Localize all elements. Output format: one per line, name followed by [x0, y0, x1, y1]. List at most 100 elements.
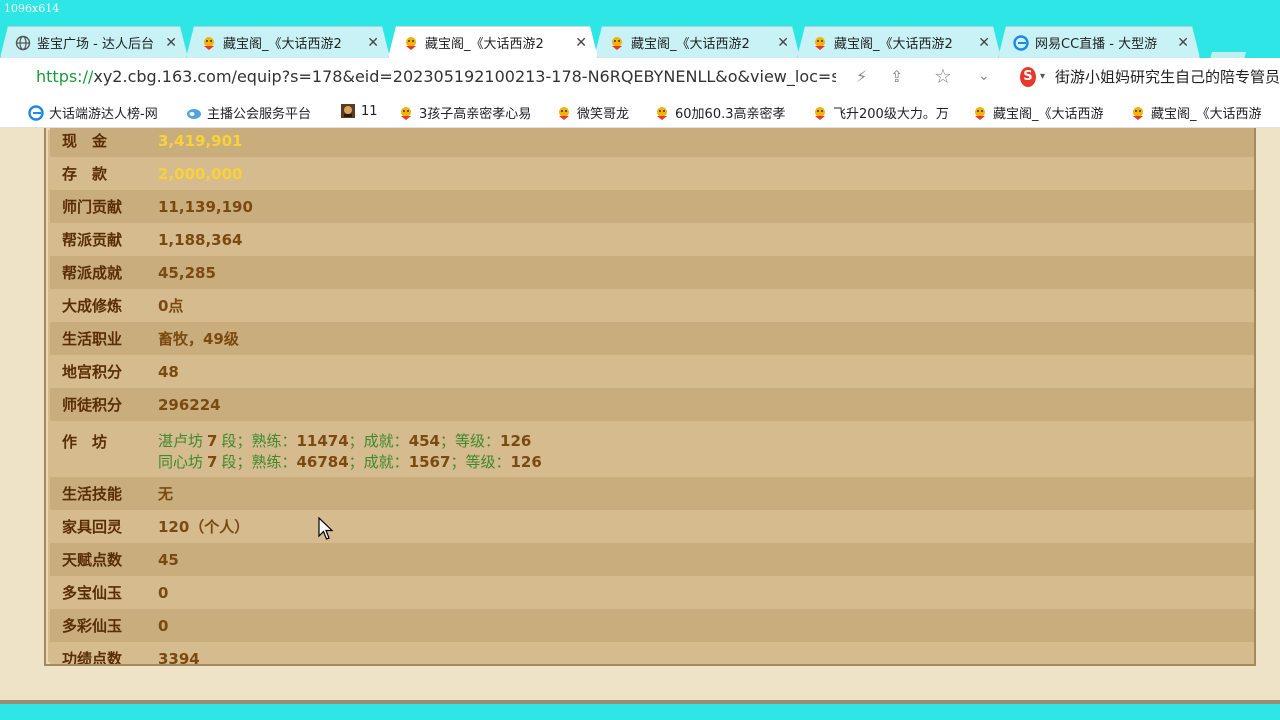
- bookmark-item[interactable]: 微笑哥龙: [556, 103, 646, 122]
- row-value: 48: [158, 362, 179, 381]
- lightning-icon[interactable]: ⚡: [856, 67, 867, 86]
- row-value: 2,000,000: [158, 164, 243, 183]
- tab-jianbao[interactable]: 鉴宝广场 - 达人后台 ✕: [0, 26, 188, 58]
- row-value: 0: [158, 616, 169, 635]
- bookmarks-bar: 大话端游达人榜-网 主播公会服务平台 11 3孩子高亲密孝心易 微笑哥龙 60加…: [0, 96, 1280, 128]
- browser-e-icon: [1013, 35, 1029, 51]
- row-label: 作 坊: [62, 433, 108, 451]
- bookmark-item[interactable]: 60加60.3高亲密孝: [654, 103, 800, 122]
- row-label: 现 金: [62, 132, 108, 150]
- search-ext-text: 街游小姐妈研究生自己的陪专管员: [1054, 68, 1280, 86]
- info-table: 现 金 3,419,901 存 款 2,000,000 师门贡献 11,139,190…: [50, 128, 1254, 666]
- row-label: 存 款: [62, 165, 108, 183]
- row-label: 天赋点数: [62, 551, 123, 569]
- address-input[interactable]: https://xy2.cbg.163.com/equip?s=178&eid=…: [36, 67, 836, 86]
- browser-e-icon: [28, 104, 44, 121]
- character-info-panel: 现 金 3,419,901 存 款 2,000,000 师门贡献 11,139,190…: [44, 128, 1256, 666]
- star-icon[interactable]: ☆: [934, 64, 952, 88]
- table-row: 生活职业 畜牧，49级: [50, 322, 1254, 355]
- tab-label: 鉴宝广场 - 达人后台: [37, 37, 154, 52]
- row-value: 畜牧，49级: [158, 330, 239, 348]
- table-row: 现 金 3,419,901: [50, 128, 1254, 157]
- table-row: 多宝仙玉 0: [50, 576, 1254, 609]
- row-value: 无: [158, 485, 174, 503]
- penguin-icon: [815, 106, 825, 120]
- bookmark-label: 主播公会服务平台: [207, 107, 312, 122]
- penguin-icon: [1133, 106, 1143, 120]
- address-toolbar: https://xy2.cbg.163.com/equip?s=178&eid=…: [0, 58, 1280, 96]
- close-icon[interactable]: ✕: [978, 35, 990, 51]
- penguin-icon: [401, 106, 411, 120]
- row-value: 296224: [158, 395, 221, 414]
- tab-cbg-3[interactable]: 藏宝阁_《大话西游2 ✕: [594, 26, 800, 58]
- close-icon[interactable]: ✕: [575, 35, 587, 51]
- globe-icon: [15, 35, 31, 51]
- row-value: 45,285: [158, 263, 216, 282]
- tab-cc-live[interactable]: 网易CC直播 - 大型游 ✕: [998, 26, 1200, 58]
- row-label: 家具回灵: [62, 518, 123, 536]
- bookmark-item[interactable]: 藏宝阁_《大话西游: [1130, 103, 1278, 122]
- dropdown-caret-icon[interactable]: ▾: [1040, 71, 1045, 82]
- tab-cbg-4[interactable]: 藏宝阁_《大话西游2 ✕: [797, 26, 1001, 58]
- table-row: 生活技能 无: [50, 477, 1254, 510]
- sogou-icon: S: [1020, 66, 1036, 87]
- close-icon[interactable]: ✕: [1177, 35, 1189, 51]
- table-row: 师门贡献 11,139,190: [50, 190, 1254, 223]
- penguin-icon: [812, 35, 828, 51]
- game-icon: [341, 104, 355, 118]
- row-label: 帮派成就: [62, 264, 123, 282]
- chevron-down-icon[interactable]: ⌄: [978, 68, 990, 84]
- bookmark-label: 11: [361, 103, 378, 119]
- bookmark-item[interactable]: 3孩子高亲密孝心易: [398, 103, 544, 122]
- bookmark-item[interactable]: 主播公会服务平台: [186, 103, 330, 122]
- row-label: 多宝仙玉: [62, 584, 123, 602]
- row-value: 0: [158, 583, 169, 602]
- bookmark-label: 藏宝阁_《大话西游: [993, 107, 1104, 122]
- tab-label: 藏宝阁_《大话西游2: [223, 37, 342, 52]
- url-rest: xy2.cbg.163.com/equip?s=178&eid=20230519…: [93, 67, 836, 86]
- close-icon[interactable]: ✕: [367, 35, 379, 51]
- table-row: 天赋点数 45: [50, 543, 1254, 576]
- bookmark-label: 藏宝阁_《大话西游: [1151, 107, 1262, 122]
- tab-cbg-1[interactable]: 藏宝阁_《大话西游2 ✕: [186, 26, 390, 58]
- bookmark-item[interactable]: 大话端游达人榜-网: [28, 103, 170, 122]
- table-row: 帮派成就 45,285: [50, 256, 1254, 289]
- bookmark-item[interactable]: 飞升200级大力。万: [812, 103, 960, 122]
- bookmark-item[interactable]: 藏宝阁_《大话西游: [972, 103, 1118, 122]
- row-label: 地宫积分: [62, 363, 123, 381]
- close-icon[interactable]: ✕: [165, 35, 177, 51]
- close-icon[interactable]: ✕: [777, 35, 789, 51]
- row-label: 生活技能: [62, 485, 123, 503]
- cloud-icon: [187, 108, 201, 119]
- search-extension[interactable]: S ▾ 街游小姐妈研究生自己的陪专管员: [1020, 66, 1280, 87]
- frame-size-label: 1096x614: [4, 2, 60, 15]
- row-label: 师徒积分: [62, 396, 123, 414]
- tab-strip: 鉴宝广场 - 达人后台 ✕ 藏宝阁_《大话西游2 ✕ 藏宝阁_《大话西游2 ✕ …: [0, 22, 1280, 58]
- row-label: 多彩仙玉: [62, 617, 123, 635]
- penguin-icon: [559, 106, 569, 120]
- penguin-icon: [201, 35, 217, 51]
- table-row: 存 款 2,000,000: [50, 157, 1254, 190]
- bookmark-label: 3孩子高亲密孝心易: [419, 107, 532, 122]
- row-label: 师门贡献: [62, 198, 123, 216]
- bookmark-label: 微笑哥龙: [577, 107, 630, 122]
- workshop-line: 湛卢坊 7 段；熟练：11474；成就：454；等级：126: [158, 432, 532, 450]
- row-value: 3394: [158, 649, 200, 666]
- bookmark-item[interactable]: 11: [340, 103, 386, 119]
- row-value: 1,188,364: [158, 230, 243, 249]
- row-value: 3,419,901: [158, 131, 243, 150]
- tab-label: 网易CC直播 - 大型游: [1035, 37, 1158, 52]
- table-row: 师徒积分 296224: [50, 388, 1254, 421]
- bookmark-label: 大话端游达人榜-网: [49, 107, 158, 122]
- row-value: 45: [158, 550, 179, 569]
- penguin-icon: [657, 106, 667, 120]
- row-value: 120（个人）: [158, 518, 250, 536]
- row-label: 生活职业: [62, 330, 123, 348]
- tab-cbg-active[interactable]: 藏宝阁_《大话西游2 ✕: [388, 26, 598, 58]
- tab-label: 藏宝阁_《大话西游2: [631, 37, 750, 52]
- share-icon[interactable]: ⇪: [890, 67, 903, 86]
- page-content: 现 金 3,419,901 存 款 2,000,000 师门贡献 11,139,190…: [0, 128, 1280, 720]
- window-bottom-strip: [0, 704, 1280, 720]
- table-row: 家具回灵 120（个人）: [50, 510, 1254, 543]
- row-label: 功绩点数: [62, 650, 123, 666]
